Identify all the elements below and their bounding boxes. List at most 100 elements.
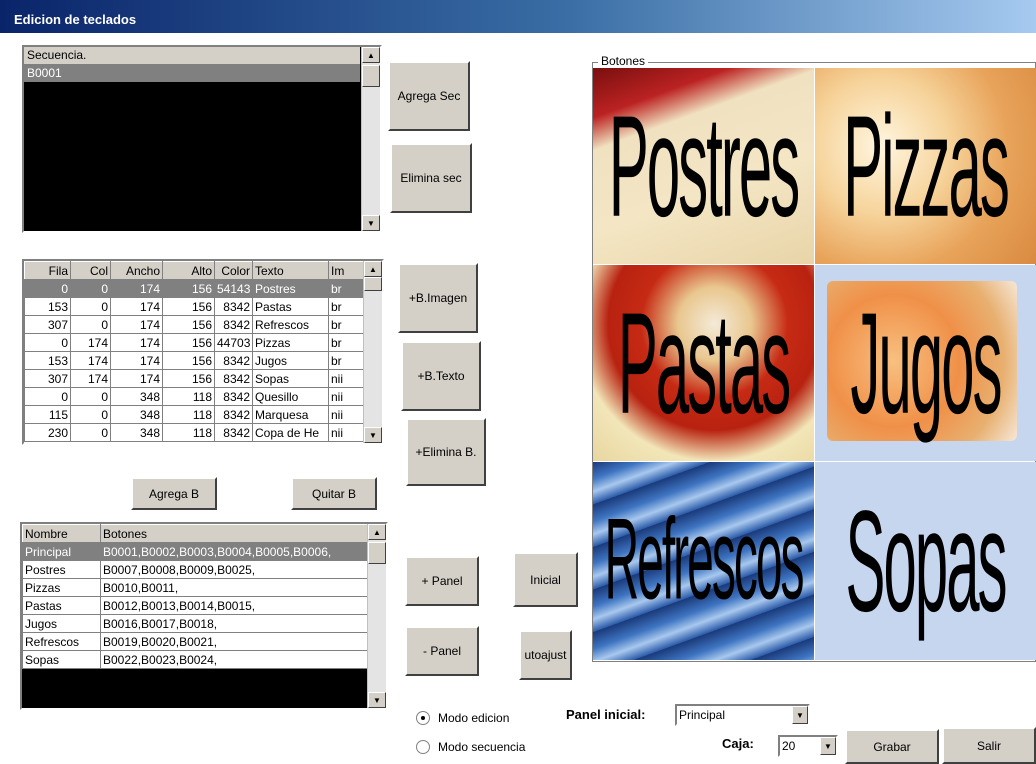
table-cell[interactable]: 0 [70, 387, 111, 406]
table-row[interactable]: 0 174 174 156 44703 Pizzas br [24, 333, 365, 352]
table-row[interactable]: Principal B0001,B0002,B0003,B0004,B0005,B… [22, 542, 369, 561]
table-cell[interactable]: 118 [162, 423, 215, 442]
table-cell[interactable]: 153 [24, 351, 71, 370]
mode-edit-radio[interactable]: Modo edicion [416, 711, 509, 725]
table-cell[interactable]: 118 [162, 387, 215, 406]
table-cell[interactable]: B0016,B0017,B0018, [100, 614, 369, 633]
panel-inicial-select[interactable]: Principal ▼ [675, 704, 810, 726]
column-header-nombre[interactable]: Nombre [22, 524, 101, 543]
table-row[interactable]: 230 0 348 118 8342 Copa de He nii [24, 423, 365, 442]
table-row[interactable]: 0 0 348 118 8342 Quesillo nii [24, 387, 365, 406]
scroll-up-icon[interactable]: ▲ [368, 524, 386, 540]
scroll-up-icon[interactable]: ▲ [362, 47, 380, 63]
table-cell[interactable]: 174 [70, 351, 111, 370]
table-cell[interactable]: 156 [162, 297, 215, 316]
table-cell[interactable]: Principal [22, 542, 101, 561]
table-row[interactable]: Sopas B0022,B0023,B0024, [22, 650, 369, 669]
table-row[interactable]: Refrescos B0019,B0020,B0021, [22, 632, 369, 651]
add-panel-button[interactable]: + Panel [405, 556, 479, 606]
table-cell[interactable]: 174 [110, 315, 163, 334]
table-cell[interactable]: 156 [162, 279, 215, 298]
column-header-botones[interactable]: Botones [100, 524, 369, 543]
table-cell[interactable]: 44703 [214, 333, 253, 352]
chevron-down-icon[interactable]: ▼ [820, 737, 836, 755]
column-header-ancho[interactable]: Ancho [110, 261, 163, 280]
panels-grid[interactable]: Nombre Botones Principal B0001,B0002,B000… [20, 522, 388, 710]
table-cell[interactable]: 115 [24, 405, 71, 424]
table-cell[interactable]: Pastas [252, 297, 329, 316]
table-cell[interactable]: br [328, 297, 365, 316]
table-row[interactable]: 115 0 348 118 8342 Marquesa nii [24, 405, 365, 424]
table-cell[interactable]: Pizzas [22, 578, 101, 597]
table-cell[interactable]: 0 [70, 297, 111, 316]
add-image-button[interactable]: +B.Imagen [398, 263, 478, 333]
sequence-list-scrollbar[interactable]: ▲ ▼ [361, 47, 380, 231]
table-cell[interactable]: Refrescos [22, 632, 101, 651]
chevron-down-icon[interactable]: ▼ [792, 706, 808, 724]
preview-tile-jugos[interactable]: Jugos [815, 265, 1036, 461]
remove-panel-button[interactable]: - Panel [405, 626, 479, 676]
scroll-thumb[interactable] [368, 542, 386, 564]
table-cell[interactable]: 174 [70, 333, 111, 352]
exit-button[interactable]: Salir [942, 727, 1036, 764]
table-cell[interactable]: 156 [162, 333, 215, 352]
table-row[interactable]: Pizzas B0010,B0011, [22, 578, 369, 597]
table-row[interactable]: 153 0 174 156 8342 Pastas br [24, 297, 365, 316]
table-cell[interactable]: Copa de He [252, 423, 329, 442]
table-cell[interactable]: 8342 [214, 405, 253, 424]
mode-sequence-radio[interactable]: Modo secuencia [416, 740, 525, 754]
table-cell[interactable]: Jugos [252, 351, 329, 370]
table-cell[interactable]: 230 [24, 423, 71, 442]
column-header-alto[interactable]: Alto [162, 261, 215, 280]
table-cell[interactable]: 174 [110, 333, 163, 352]
table-row[interactable]: 307 0 174 156 8342 Refrescos br [24, 315, 365, 334]
initial-panel-button[interactable]: Inicial [513, 552, 578, 607]
table-cell[interactable]: 174 [110, 351, 163, 370]
table-cell[interactable]: nii [328, 387, 365, 406]
table-cell[interactable]: 348 [110, 387, 163, 406]
add-text-button[interactable]: +B.Texto [401, 341, 481, 411]
table-cell[interactable]: 348 [110, 405, 163, 424]
panels-grid-scrollbar[interactable]: ▲ ▼ [367, 524, 386, 708]
table-cell[interactable]: Pizzas [252, 333, 329, 352]
table-cell[interactable]: Sopas [252, 369, 329, 388]
table-cell[interactable]: 156 [162, 351, 215, 370]
table-cell[interactable]: 0 [70, 315, 111, 334]
buttons-grid-scrollbar[interactable]: ▲ ▼ [363, 261, 382, 443]
delete-button-button[interactable]: +Elimina B. [406, 418, 486, 486]
column-header-col[interactable]: Col [70, 261, 111, 280]
table-cell[interactable]: 8342 [214, 315, 253, 334]
save-button[interactable]: Grabar [845, 729, 939, 764]
caja-select[interactable]: 20 ▼ [778, 735, 838, 757]
table-cell[interactable]: 0 [70, 405, 111, 424]
scroll-thumb[interactable] [364, 277, 382, 291]
autofit-button[interactable]: utoajust [519, 630, 572, 680]
preview-tile-pizzas[interactable]: Pizzas [815, 68, 1036, 264]
table-cell[interactable]: nii [328, 369, 365, 388]
table-cell[interactable]: B0001,B0002,B0003,B0004,B0005,B0006, [100, 542, 369, 561]
table-row[interactable]: Pastas B0012,B0013,B0014,B0015, [22, 596, 369, 615]
table-cell[interactable]: 174 [110, 279, 163, 298]
table-cell[interactable]: 118 [162, 405, 215, 424]
preview-tile-refrescos[interactable]: Refrescos [593, 462, 814, 660]
table-cell[interactable]: 8342 [214, 387, 253, 406]
preview-tile-postres[interactable]: Postres [593, 68, 814, 264]
scroll-thumb[interactable] [362, 65, 380, 87]
table-row[interactable]: Postres B0007,B0008,B0009,B0025, [22, 560, 369, 579]
sequence-list-item[interactable]: B0001 [24, 65, 360, 82]
table-cell[interactable]: 153 [24, 297, 71, 316]
preview-tile-pastas[interactable]: Pastas [593, 265, 814, 461]
table-cell[interactable]: Postres [252, 279, 329, 298]
sequence-list[interactable]: Secuencia. B0001 ▲ ▼ [22, 45, 382, 233]
table-cell[interactable]: br [328, 315, 365, 334]
table-cell[interactable]: Sopas [22, 650, 101, 669]
table-cell[interactable]: B0012,B0013,B0014,B0015, [100, 596, 369, 615]
scroll-up-icon[interactable]: ▲ [364, 261, 382, 277]
scroll-down-icon[interactable]: ▼ [368, 692, 386, 708]
table-cell[interactable]: 174 [70, 369, 111, 388]
table-cell[interactable]: 0 [70, 423, 111, 442]
column-header-fila[interactable]: Fila [24, 261, 71, 280]
table-cell[interactable]: 0 [24, 387, 71, 406]
table-cell[interactable]: 0 [24, 279, 71, 298]
table-cell[interactable]: 156 [162, 369, 215, 388]
